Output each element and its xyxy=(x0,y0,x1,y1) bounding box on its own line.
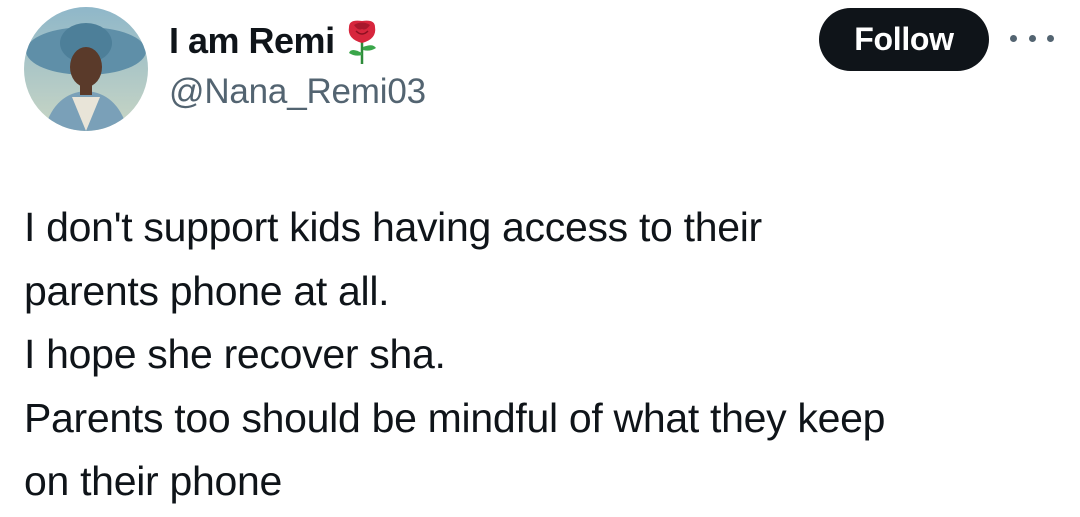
tweet-line: parents phone at all. xyxy=(24,267,390,314)
avatar[interactable] xyxy=(24,7,148,131)
tweet-text: I don't support kids having access to th… xyxy=(24,196,1064,514)
display-name[interactable]: I am Remi xyxy=(169,20,335,62)
tweet-line: I hope she recover sha. xyxy=(24,331,446,377)
more-dot xyxy=(1047,34,1054,42)
tweet-line: Parents too should be mindful of what th… xyxy=(24,394,886,441)
more-dot xyxy=(1010,34,1017,42)
name-row: I am Remi xyxy=(169,16,381,66)
more-horizontal-icon[interactable] xyxy=(1010,24,1054,52)
tweet-line: on their phone xyxy=(24,458,282,504)
follow-button[interactable]: Follow xyxy=(819,8,989,71)
avatar-image xyxy=(24,7,148,131)
more-dot xyxy=(1028,34,1036,42)
rose-icon xyxy=(343,17,381,65)
user-handle[interactable]: @Nana_Remi03 xyxy=(169,72,426,112)
tweet-line: I don't support kids having access to th… xyxy=(24,204,762,250)
